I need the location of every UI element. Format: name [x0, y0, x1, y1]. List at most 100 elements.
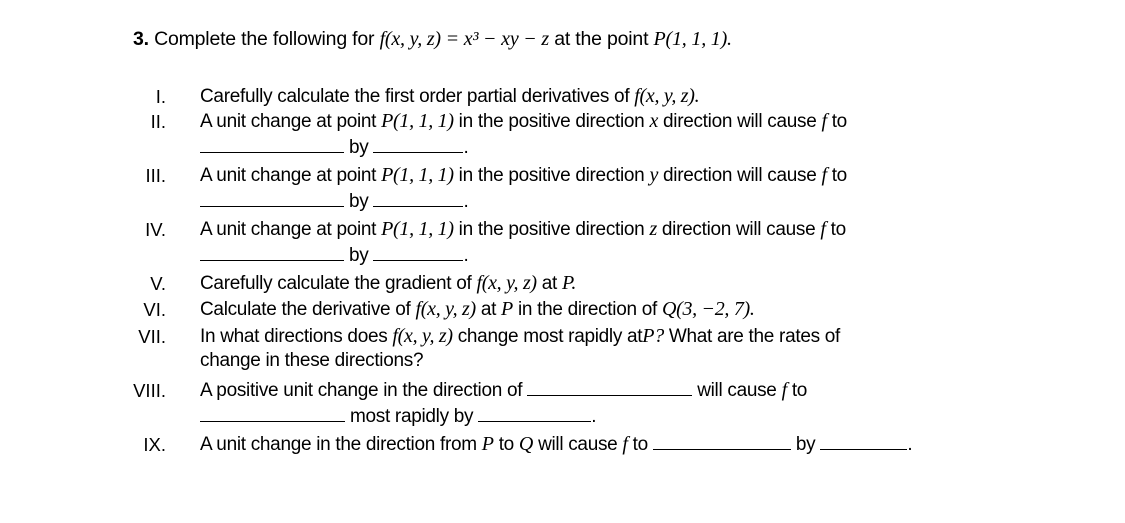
item-5-text: Carefully calculate the gradient of f(x,… [200, 272, 576, 295]
function-definition: f(x, y, z) = x³ − xy − z [379, 28, 550, 50]
item-number: II. [150, 111, 166, 132]
period: . [463, 245, 469, 266]
item-6-mid: in the direction of [517, 299, 657, 320]
item-6-label: Calculate the derivative of [200, 299, 411, 320]
item-7-p: P? [642, 325, 664, 347]
item-number: IV. [145, 219, 166, 240]
by-label: by [348, 137, 369, 158]
question-intro: Complete the following for [154, 28, 375, 50]
item-8-label: A positive unit change in the direction … [200, 380, 523, 401]
item-6-p: P [501, 298, 513, 320]
item-4-answer-line: by . [200, 245, 469, 267]
item-8-f: f [781, 379, 788, 401]
item-9-to: to [632, 434, 649, 455]
by-label: by [795, 434, 816, 455]
item-4-pre: A unit change at point [200, 219, 377, 240]
item-4-mid: in the positive direction [458, 219, 645, 240]
item-8-to: to [791, 380, 808, 401]
item-3-text: A unit change at point P(1, 1, 1) in the… [200, 164, 847, 187]
item-3-point: P(1, 1, 1) [381, 164, 454, 186]
item-1-label: Carefully calculate the first order part… [200, 86, 630, 107]
answer-blank[interactable] [200, 246, 344, 261]
item-7-post: What are the rates of [668, 326, 841, 347]
worksheet-page: 3. Complete the following for f(x, y, z)… [0, 0, 1125, 523]
item-number: IX. [143, 434, 166, 455]
item-4-post: direction will cause [661, 219, 816, 240]
item-7-label: In what directions does [200, 326, 388, 347]
answer-blank[interactable] [373, 192, 464, 207]
item-4-to: to [830, 219, 847, 240]
point-p: P(1, 1, 1). [653, 28, 733, 50]
item-number: III. [145, 165, 166, 186]
item-3-pre: A unit change at point [200, 165, 377, 186]
item-7-text: In what directions does f(x, y, z) chang… [200, 325, 840, 348]
item-9-label: A unit change in the direction from [200, 434, 477, 455]
period: . [907, 434, 913, 455]
item-5-math: f(x, y, z) [476, 272, 537, 294]
answer-blank[interactable] [200, 407, 345, 422]
item-3-post: direction will cause [663, 165, 817, 186]
item-8-text: A positive unit change in the direction … [200, 379, 807, 402]
item-6-q: Q(3, −2, 7). [661, 298, 755, 320]
answer-blank[interactable] [200, 192, 344, 207]
answer-blank[interactable] [373, 138, 464, 153]
by-label: by [348, 245, 369, 266]
item-3-var: y [649, 164, 659, 186]
item-9-q: Q [518, 433, 534, 455]
item-6-text: Calculate the derivative of f(x, y, z) a… [200, 298, 755, 321]
item-2-to: to [831, 111, 848, 132]
item-4-var: z [649, 218, 657, 240]
item-2-point: P(1, 1, 1) [381, 110, 454, 132]
item-6-math: f(x, y, z) [415, 298, 477, 320]
point-label: at the point [554, 28, 649, 50]
item-3-to: to [831, 165, 848, 186]
item-2-var: x [649, 110, 659, 132]
item-9-text: A unit change in the direction from P to… [200, 433, 913, 456]
item-number: I. [155, 86, 166, 107]
item-9-p: P [481, 433, 494, 455]
item-7-mid: change most rapidly at [457, 326, 643, 347]
item-4-text: A unit change at point P(1, 1, 1) in the… [200, 218, 846, 241]
period: . [591, 406, 597, 427]
by-label: by [348, 191, 369, 212]
item-number: VI. [143, 299, 166, 320]
item-3-f: f [821, 164, 827, 186]
item-9-to1: to [498, 434, 515, 455]
question-heading: 3. Complete the following for f(x, y, z)… [133, 28, 732, 51]
item-3-answer-line: by . [200, 191, 469, 213]
question-number: 3. [133, 28, 149, 50]
item-number: VIII. [133, 380, 166, 401]
item-8-answer-line: most rapidly by . [200, 406, 597, 428]
item-2-post: direction will cause [663, 111, 817, 132]
item-number: VII. [138, 326, 166, 347]
item-2-answer-line: by . [200, 137, 469, 159]
item-5-at: at [541, 273, 558, 294]
item-3-mid: in the positive direction [458, 165, 645, 186]
item-6-at: at [480, 299, 497, 320]
item-5-label: Carefully calculate the gradient of [200, 273, 472, 294]
item-2-text: A unit change at point P(1, 1, 1) in the… [200, 110, 847, 133]
item-2-pre: A unit change at point [200, 111, 377, 132]
period: . [463, 191, 469, 212]
item-7-line2: change in these directions? [200, 350, 424, 371]
answer-blank[interactable] [373, 246, 464, 261]
item-2-mid: in the positive direction [458, 111, 645, 132]
answer-blank[interactable] [820, 435, 908, 450]
item-8-mid2: most rapidly by [349, 406, 474, 427]
item-5-p: P. [562, 272, 577, 294]
item-1-text: Carefully calculate the first order part… [200, 85, 700, 108]
item-9-post: will cause [538, 434, 618, 455]
item-1-math: f(x, y, z). [634, 85, 700, 107]
item-4-f: f [820, 218, 826, 240]
item-8-post: will cause [697, 380, 777, 401]
item-number: V. [150, 273, 166, 294]
period: . [463, 137, 469, 158]
item-9-f: f [622, 433, 628, 455]
item-4-point: P(1, 1, 1) [381, 218, 454, 240]
answer-blank[interactable] [652, 435, 791, 450]
answer-blank[interactable] [478, 407, 592, 422]
item-7-math: f(x, y, z) [392, 325, 453, 347]
item-2-f: f [821, 110, 827, 132]
answer-blank[interactable] [200, 138, 344, 153]
answer-blank[interactable] [527, 381, 693, 396]
